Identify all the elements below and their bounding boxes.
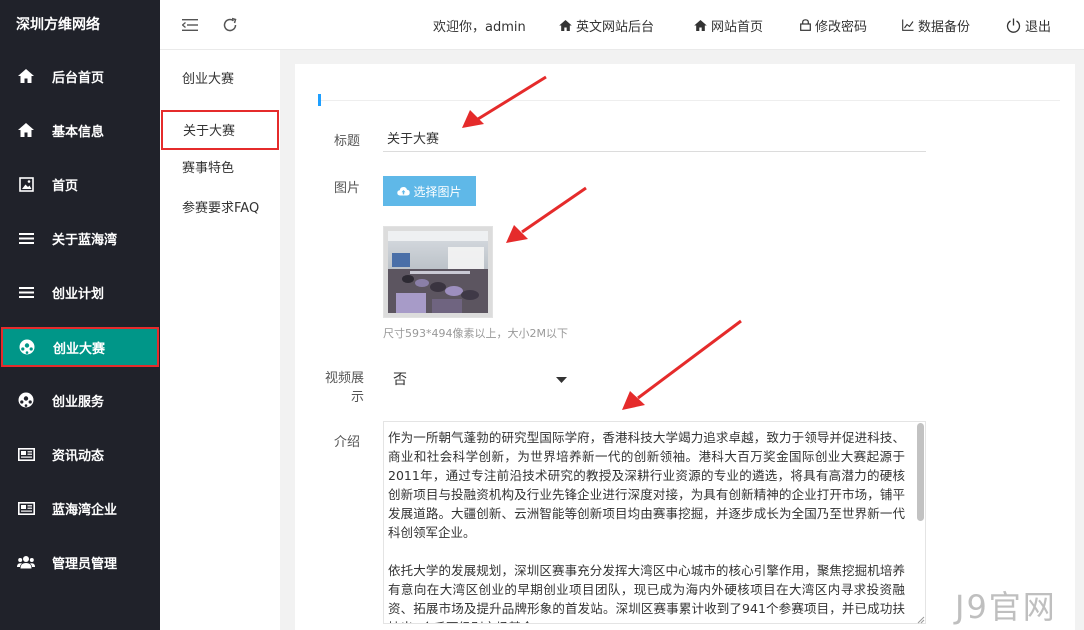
sidebar-item-about[interactable]: 关于蓝海湾 <box>0 218 160 258</box>
sidebar-item-label: 管理员管理 <box>52 556 118 572</box>
sidebar-item-label: 后台首页 <box>52 70 105 86</box>
video-select-value: 否 <box>393 372 407 388</box>
welcome-text: 欢迎你，admin <box>433 19 526 35</box>
sidebar-item-news[interactable]: 资讯动态 <box>0 434 160 474</box>
sub-navigation: 创业大赛 关于大赛 赛事特色 参赛要求FAQ <box>160 50 280 630</box>
section-marker <box>318 94 321 106</box>
card-divider <box>318 100 1060 101</box>
image-icon <box>17 175 35 193</box>
home-icon <box>17 121 35 139</box>
resize-handle-icon[interactable] <box>917 613 925 628</box>
home-icon <box>694 19 707 31</box>
power-icon <box>1006 18 1021 33</box>
logout-link[interactable]: 退出 <box>1006 0 1051 50</box>
sidebar-item-companies[interactable]: 蓝海湾企业 <box>0 488 160 528</box>
subnav-item-competition[interactable]: 创业大赛 <box>160 60 280 100</box>
change-password-link[interactable]: 修改密码 <box>800 0 867 50</box>
video-label: 视频展示 <box>324 371 364 405</box>
menu-collapse-icon[interactable] <box>180 15 200 35</box>
sidebar-item-dashboard[interactable]: 后台首页 <box>0 56 160 96</box>
soccer-ball-icon <box>18 338 36 356</box>
sidebar-item-admins[interactable]: 管理员管理 <box>0 542 160 582</box>
watermark: J9官网 <box>955 588 1057 626</box>
chart-icon <box>902 19 914 31</box>
image-size-hint: 尺寸593*494像素以上，大小2M以下 <box>383 327 568 340</box>
list-icon <box>17 283 35 301</box>
caret-down-icon <box>556 371 567 387</box>
sidebar-item-homepage[interactable]: 首页 <box>0 164 160 204</box>
users-icon <box>17 553 35 571</box>
title-input[interactable] <box>383 124 926 152</box>
logo: 深圳方维网络 <box>16 17 100 33</box>
title-label: 标题 <box>334 134 361 149</box>
sidebar-item-label: 关于蓝海湾 <box>52 232 118 248</box>
list-icon <box>17 229 35 247</box>
subnav-item-about[interactable]: 关于大赛 <box>161 110 279 150</box>
intro-label: 介绍 <box>334 435 361 450</box>
sidebar-item-basic-info[interactable]: 基本信息 <box>0 110 160 150</box>
subnav-item-faq[interactable]: 参赛要求FAQ <box>160 189 280 229</box>
sidebar-item-label: 创业服务 <box>52 394 105 410</box>
refresh-icon[interactable] <box>220 15 240 35</box>
intro-paragraph: 作为一所朝气蓬勃的研究型国际学府，香港科技大学竭力追求卓越，致力于领导并促进科技… <box>388 430 905 540</box>
sidebar-item-plan[interactable]: 创业计划 <box>0 272 160 312</box>
lock-icon <box>800 19 811 31</box>
sidebar-item-label: 基本信息 <box>52 124 105 140</box>
sidebar-item-label: 首页 <box>52 178 79 194</box>
scrollbar-thumb[interactable] <box>917 423 924 521</box>
conference-photo-image <box>388 231 488 313</box>
intro-textarea[interactable]: 作为一所朝气蓬勃的研究型国际学府，香港科技大学竭力追求卓越，致力于领导并促进科技… <box>383 421 926 624</box>
site-home-link[interactable]: 网站首页 <box>694 0 763 50</box>
select-image-button[interactable]: 选择图片 <box>383 176 476 206</box>
sidebar-item-label: 资讯动态 <box>52 448 105 464</box>
sidebar-item-label: 创业大赛 <box>53 341 106 357</box>
video-select[interactable]: 否 <box>383 366 573 392</box>
newspaper-icon <box>17 445 35 463</box>
soccer-ball-icon <box>17 391 35 409</box>
data-backup-link[interactable]: 数据备份 <box>902 0 970 50</box>
sidebar-item-service[interactable]: 创业服务 <box>0 380 160 420</box>
english-admin-link[interactable]: 英文网站后台 <box>559 0 654 50</box>
top-header: 欢迎你，admin 英文网站后台 网站首页 修改密码 数据备份 退出 <box>160 0 1084 50</box>
sidebar-item-label: 创业计划 <box>52 286 105 302</box>
home-icon <box>17 67 35 85</box>
cloud-upload-icon <box>397 186 411 196</box>
intro-paragraph: 依托大学的发展规划，深圳区赛事充分发挥大湾区中心城市的核心引擎作用，聚焦挖掘机培… <box>388 563 905 623</box>
sidebar-item-competition[interactable]: 创业大赛 <box>1 327 159 367</box>
textarea-scrollbar[interactable] <box>916 421 926 624</box>
subnav-item-features[interactable]: 赛事特色 <box>160 149 280 189</box>
home-icon <box>559 19 572 31</box>
image-label: 图片 <box>334 181 361 196</box>
sidebar: 深圳方维网络 后台首页 基本信息 首页 关于蓝海湾 创业计划 创业大赛 创业服务… <box>0 0 160 630</box>
uploaded-image-preview[interactable] <box>383 226 493 318</box>
newspaper-icon <box>17 499 35 517</box>
sidebar-item-label: 蓝海湾企业 <box>52 502 118 518</box>
